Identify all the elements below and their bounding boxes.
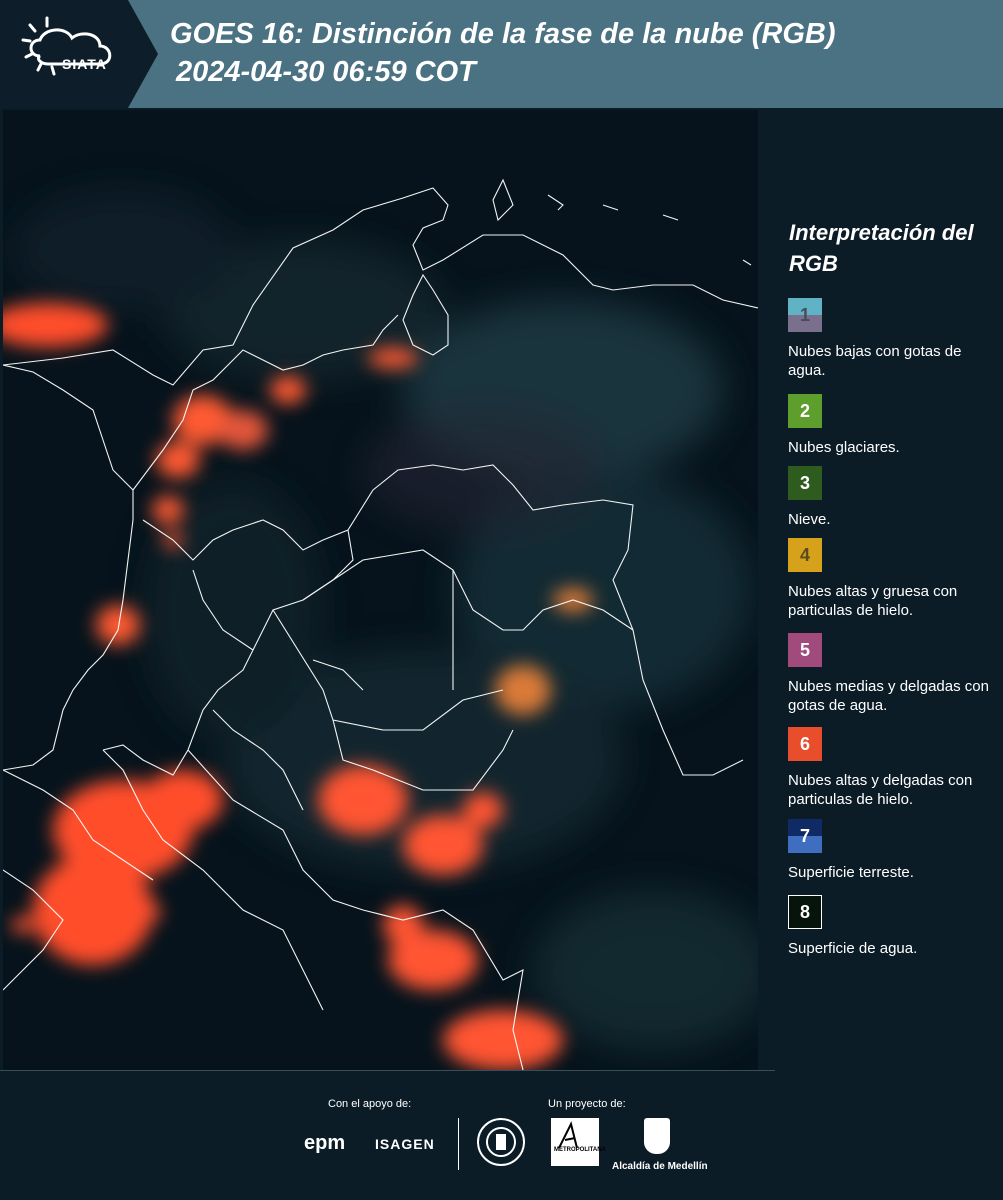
legend-number-3: 3: [799, 473, 810, 493]
legend-number-5: 5: [799, 640, 810, 660]
support-label: Con el apoyo de:: [328, 1098, 412, 1110]
legend-number-4: 4: [799, 545, 810, 565]
siata-logo-text: SIATA: [62, 56, 107, 72]
page-title: GOES 16: Distinción de la fase de la nub…: [170, 18, 836, 50]
legend-title: Interpretación del RGB: [789, 220, 974, 276]
legend-label-7: Superficie terreste.: [788, 864, 914, 881]
legend-number-7: 7: [799, 826, 810, 846]
legend-label-3: Nieve.: [788, 511, 831, 528]
legend-number-8: 8: [799, 902, 810, 922]
isagen-logo: ISAGEN: [375, 1136, 435, 1152]
legend-label-1: Nubes bajas con gotas de agua.: [788, 343, 962, 379]
alcaldia-text: Alcaldía de Medellín: [612, 1161, 708, 1172]
alcaldia-shield-logo: [644, 1118, 670, 1154]
project-label: Un proyecto de:: [548, 1098, 626, 1110]
legend-item-1: 1 Nubes bajas con gotas de agua.: [788, 298, 998, 380]
legend-label-4: Nubes altas y gruesa con particulas de h…: [788, 583, 958, 619]
medellin-seal-logo: [477, 1118, 525, 1166]
legend-label-2: Nubes glaciares.: [788, 439, 900, 456]
legend-item-6: 6 Nubes altas y delgadas con particulas …: [788, 727, 998, 809]
legend-swatch-5: 5: [788, 633, 822, 667]
legend-number-2: 2: [799, 401, 810, 421]
legend-label-6: Nubes altas y delgadas con particulas de…: [788, 772, 973, 808]
legend-item-8: 8 Superficie de agua.: [788, 895, 998, 958]
legend-item-3: 3 Nieve.: [788, 466, 998, 529]
epm-logo: epm: [304, 1132, 346, 1154]
header-bar: SIATA GOES 16: Distinción de la fase de …: [0, 0, 1003, 108]
legend-item-7: 7 Superficie terreste.: [788, 819, 998, 882]
legend-swatch-2: 2: [788, 394, 822, 428]
legend-swatch-1: 1: [788, 298, 822, 332]
legend-item-5: 5 Nubes medias y delgadas con gotas de a…: [788, 633, 998, 715]
footer-vertical-divider: [458, 1118, 459, 1170]
legend-item-4: 4 Nubes altas y gruesa con particulas de…: [788, 538, 998, 620]
satellite-map: [3, 110, 758, 1070]
area-metropolitana-logo: METROPOLITANA: [551, 1118, 606, 1166]
siata-logo: SIATA: [14, 12, 134, 96]
timestamp: 2024-04-30 06:59 COT: [176, 56, 476, 88]
legend-swatch-3: 3: [788, 466, 822, 500]
area-logo-text: METROPOLITANA: [554, 1147, 606, 1153]
legend-swatch-7: 7: [788, 819, 822, 853]
legend-label-5: Nubes medias y delgadas con gotas de agu…: [788, 678, 989, 714]
legend-swatch-6: 6: [788, 727, 822, 761]
legend-number-6: 6: [799, 734, 810, 754]
legend-swatch-4: 4: [788, 538, 822, 572]
legend-panel: Interpretación del RGB 1 Nubes bajas con…: [762, 110, 1003, 1070]
legend-item-2: 2 Nubes glaciares.: [788, 394, 998, 457]
footer: Con el apoyo de: Un proyecto de: epm ISA…: [0, 1070, 1003, 1200]
footer-divider: [0, 1070, 775, 1071]
legend-swatch-8: 8: [788, 895, 822, 929]
legend-number-1: 1: [799, 305, 810, 325]
legend-label-8: Superficie de agua.: [788, 940, 918, 957]
